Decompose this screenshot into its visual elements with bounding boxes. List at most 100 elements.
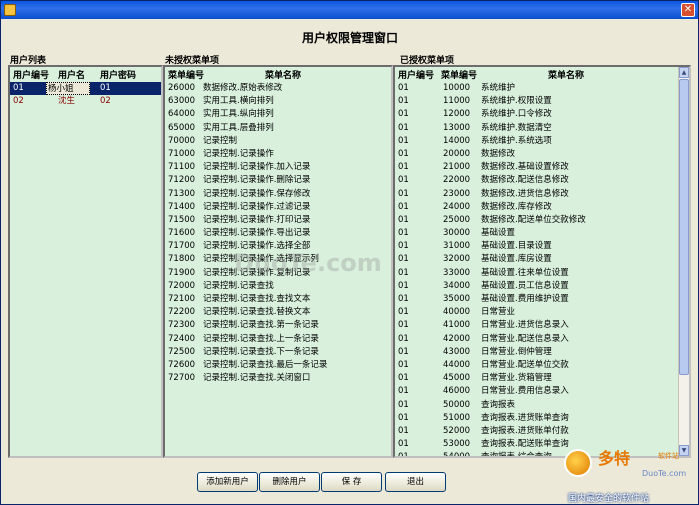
auth-menu-name-cell: 基础设置.库房设置 (481, 254, 552, 265)
title-bar[interactable]: ✕ (1, 1, 698, 19)
auth-menu-id-cell: 24000 (443, 201, 471, 212)
user-row[interactable]: 02 沈生 02 (10, 95, 161, 108)
unauthorized-menu-row[interactable]: 70000 记录控制 (165, 135, 391, 148)
unauthorized-menu-row[interactable]: 63000 实用工具.横向排列 (165, 95, 391, 108)
menu-name-cell: 记录控制.记录操作.加入记录 (203, 162, 311, 173)
menu-name-cell: 记录控制.记录查找.最后一条记录 (203, 359, 328, 370)
authorized-menu-row[interactable]: 01 43000 日常营业.倒仲管理 (395, 346, 689, 359)
user-row[interactable]: 01 杨小姐 01 (10, 82, 161, 96)
authorized-scrollbar[interactable]: ▲ ▼ (678, 67, 689, 456)
menu-name-cell: 数据修改.原始表修改 (203, 83, 283, 93)
auth-user-id-cell: 01 (398, 96, 409, 107)
auth-user-id-cell: 01 (398, 241, 409, 252)
authorized-menu-row[interactable]: 01 10000 系统维护 (395, 82, 689, 95)
delete-user-button[interactable]: 删除用户 (259, 472, 320, 492)
auth-menu-name-cell: 日常营业.费用信息录入 (481, 386, 569, 397)
authorized-menu-list[interactable]: 用户编号 菜单编号 菜单名称 01 10000 系统维护 01 11000 系统维护.权限… (393, 65, 691, 458)
authorized-menu-row[interactable]: 01 45000 日常营业.货箱管理 (395, 372, 689, 385)
authorized-menu-row[interactable]: 01 46000 日常营业.费用信息录入 (395, 385, 689, 398)
authorized-menu-row[interactable]: 01 52000 查询报表.进货账单付款 (395, 425, 689, 438)
authorized-menu-row[interactable]: 01 35000 基础设置.费用维护设置 (395, 293, 689, 306)
unauthorized-menu-row[interactable]: 72600 记录控制.记录查找.最后一条记录 (165, 359, 391, 372)
authorized-menu-row[interactable]: 01 14000 系统维护.系统选项 (395, 135, 689, 148)
unauthorized-menu-row[interactable]: 71300 记录控制.记录操作.保存修改 (165, 188, 391, 201)
unauthorized-menu-row[interactable]: 71000 记录控制.记录操作 (165, 148, 391, 161)
auth-menu-id-cell: 41000 (443, 320, 471, 331)
auth-user-id-cell: 01 (398, 294, 409, 304)
unauthorized-menu-row[interactable]: 71100 记录控制.记录操作.加入记录 (165, 161, 391, 174)
authorized-menu-row[interactable]: 01 34000 基础设置.员工信息设置 (395, 280, 689, 293)
unauthorized-menu-row[interactable]: 71400 记录控制.记录操作.过滤记录 (165, 201, 391, 214)
menu-name-cell: 记录控制.记录操作.删除记录 (203, 175, 311, 186)
unauthorized-menu-row[interactable]: 26000 数据修改.原始表修改 (165, 82, 391, 95)
authorized-menu-row[interactable]: 01 22000 数据修改.配送信息修改 (395, 174, 689, 187)
unauthorized-menu-row[interactable]: 72700 记录控制.记录查找.关闭窗口 (165, 372, 391, 385)
exit-button[interactable]: 退出 (385, 472, 446, 492)
auth-menu-id-cell: 53000 (443, 439, 471, 450)
auth-menu-name-cell: 数据修改.配送单位交款修改 (481, 214, 586, 225)
auth-menu-name-cell: 基础设置.费用维护设置 (481, 294, 569, 304)
menu-id-cell: 71900 (168, 267, 196, 278)
menu-id-cell: 71400 (168, 201, 196, 212)
authorized-menu-row[interactable]: 01 51000 查询报表.进货账单查询 (395, 412, 689, 425)
authorized-menu-row[interactable]: 01 23000 数据修改.进货信息修改 (395, 188, 689, 201)
authorized-menu-row[interactable]: 01 25000 数据修改.配送单位交款修改 (395, 214, 689, 227)
auth-menu-id-cell: 32000 (443, 254, 471, 265)
authorized-menu-row[interactable]: 01 41000 日常营业.进货信息录入 (395, 319, 689, 332)
unauthorized-menu-row[interactable]: 65000 实用工具.层叠排列 (165, 122, 391, 135)
app-window: ✕ 用户权限管理窗口 用户列表 用户编号 用户名 用户密码 01 杨小姐 01 02 沈… (0, 0, 699, 505)
auth-menu-name-cell: 查询报表 (481, 399, 516, 410)
auth-user-id-cell: 01 (398, 109, 409, 120)
unauthorized-menu-row[interactable]: 72500 记录控制.记录查找.下一条记录 (165, 346, 391, 359)
unauthorized-menu-row[interactable]: 72200 记录控制.记录查找.替换文本 (165, 306, 391, 319)
scroll-thumb[interactable] (679, 79, 689, 375)
add-user-button[interactable]: 添加新用户 (197, 472, 258, 492)
auth-user-id-cell: 01 (398, 135, 409, 146)
unauthorized-menu-row[interactable]: 72400 记录控制.记录查找.上一条记录 (165, 333, 391, 346)
menu-name-cell: 记录控制.记录操作.过滤记录 (203, 201, 311, 212)
menu-id-cell: 71000 (168, 148, 196, 159)
authorized-menu-row[interactable]: 01 40000 日常营业 (395, 306, 689, 319)
logo-name: 多特 (598, 449, 631, 468)
authorized-menu-row[interactable]: 01 50000 查询报表 (395, 399, 689, 412)
authorized-menu-row[interactable]: 01 31000 基础设置.目录设置 (395, 240, 689, 253)
authorized-menu-row[interactable]: 01 11000 系统维护.权限设置 (395, 95, 689, 108)
unauthorized-menu-row[interactable]: 72300 记录控制.记录查找.第一条记录 (165, 319, 391, 332)
auth-menu-name-cell: 查询报表.进货账单付款 (481, 425, 569, 436)
users-list[interactable]: 用户编号 用户名 用户密码 01 杨小姐 01 02 沈生 02 (8, 65, 163, 458)
authorized-menu-row[interactable]: 01 44000 日常营业.配送单位交款 (395, 359, 689, 372)
unauthorized-menu-row[interactable]: 64000 实用工具.纵向排列 (165, 108, 391, 121)
authorized-menu-row[interactable]: 01 12000 系统维护.口令修改 (395, 108, 689, 121)
menu-name-cell: 记录控制.记录查找.关闭窗口 (203, 373, 311, 384)
authorized-menu-row[interactable]: 01 32000 基础设置.库房设置 (395, 253, 689, 266)
authorized-menu-row[interactable]: 01 33000 基础设置.往来单位设置 (395, 267, 689, 280)
unauthorized-menu-row[interactable]: 71600 记录控制.记录操作.导出记录 (165, 227, 391, 240)
logo-tagline: 软件站 (658, 452, 679, 460)
logo-mark-icon (564, 449, 592, 477)
authorized-menu-row[interactable]: 01 30000 基础设置 (395, 227, 689, 240)
authorized-menu-row[interactable]: 01 42000 日常营业.配送信息录入 (395, 333, 689, 346)
menu-id-cell: 71300 (168, 188, 196, 199)
auth-menu-id-cell: 20000 (443, 148, 471, 159)
menu-id-cell: 63000 (168, 96, 196, 107)
unauthorized-menu-row[interactable]: 72000 记录控制.记录查找 (165, 280, 391, 293)
authorized-menu-row[interactable]: 01 13000 系统维护.数据清空 (395, 122, 689, 135)
users-rows: 01 杨小姐 01 02 沈生 02 (10, 82, 161, 108)
auth-menu-name-cell: 基础设置.目录设置 (481, 241, 552, 252)
unauthorized-menu-row[interactable]: 71500 记录控制.记录操作.打印记录 (165, 214, 391, 227)
auth-menu-id-cell: 52000 (443, 425, 471, 436)
close-button[interactable]: ✕ (681, 3, 695, 17)
authorized-menu-row[interactable]: 01 21000 数据修改.基础设置修改 (395, 161, 689, 174)
unauthorized-menu-row[interactable]: 71200 记录控制.记录操作.删除记录 (165, 174, 391, 187)
auth-user-id-cell: 01 (398, 175, 409, 186)
authorized-menu-row[interactable]: 01 20000 数据修改 (395, 148, 689, 161)
auth-menu-name-cell: 日常营业.倒仲管理 (481, 346, 552, 357)
auth-menu-name-cell: 基础设置.往来单位设置 (481, 267, 569, 278)
save-button[interactable]: 保 存 (321, 472, 382, 492)
authorized-menu-row[interactable]: 01 24000 数据修改.库存修改 (395, 201, 689, 214)
unauthorized-menu-row[interactable]: 72100 记录控制.记录查找.查找文本 (165, 293, 391, 306)
scroll-up-button[interactable]: ▲ (679, 67, 689, 78)
auth-menu-name-cell: 数据修改 (481, 148, 516, 159)
menu-name-cell: 记录控制.记录查找.上一条记录 (203, 333, 319, 344)
auth-menu-id-cell: 12000 (443, 109, 471, 120)
